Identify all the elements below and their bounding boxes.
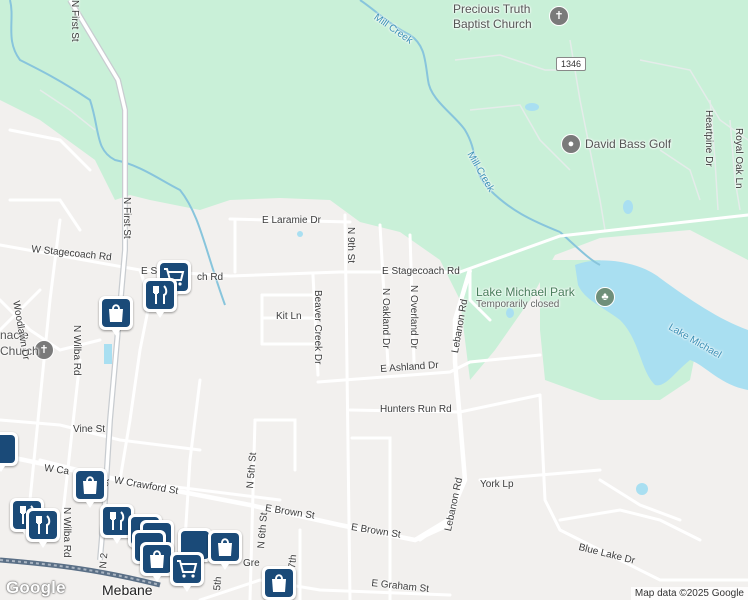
shopping-bag-pin-5[interactable] (262, 566, 296, 600)
fork-knife-icon (36, 515, 51, 534)
street-n-first-st-top: N First St (69, 0, 80, 42)
street-york-lp: York Lp (480, 479, 514, 490)
poi-park-status: Temporarily closed (476, 299, 560, 310)
street-beaver-creek-dr: Beaver Creek Dr (312, 290, 323, 365)
street-e-stagecoach-rd: E Stagecoach Rd (382, 266, 460, 277)
park-icon[interactable]: ♣ (595, 287, 615, 307)
poi-church-name-2[interactable]: Baptist Church (453, 17, 532, 31)
street-n-wilba-rd-2: N Wilba Rd (61, 507, 72, 558)
street-heartpine-dr: Heartpine Dr (703, 110, 714, 167)
shopping-bag-pin-2[interactable] (73, 468, 107, 508)
street-n-wilba-rd: N Wilba Rd (71, 325, 82, 376)
street-vine-st: Vine St (73, 424, 106, 435)
shopping-cart-icon (177, 560, 198, 578)
street-n-first-st: N First St (121, 197, 132, 239)
route-shield-1346: 1346 (556, 57, 586, 71)
street-5th-fragment: 5th (212, 576, 225, 591)
street-hunters-run-rd: Hunters Run Rd (380, 404, 452, 415)
street-royal-oak-ln: Royal Oak Ln (733, 128, 744, 189)
partial-pin-left[interactable] (0, 432, 18, 472)
restaurant-pin[interactable] (143, 278, 177, 318)
fork-knife-icon (110, 511, 125, 530)
street-n-9th-st: N 9th St (345, 227, 356, 264)
restaurant-pin-3[interactable] (26, 508, 60, 548)
shopping-bag-pin-4[interactable] (140, 542, 174, 582)
shopping-bag-icon (272, 574, 286, 592)
street-e-laramie-dr: E Laramie Dr (262, 215, 321, 226)
shopping-bag-icon (109, 304, 123, 322)
street-n-overland-dr: N Overland Dr (408, 285, 419, 349)
golf-icon[interactable]: ● (561, 134, 581, 154)
fork-knife-icon (153, 285, 168, 304)
shopping-bag-pin[interactable] (99, 296, 133, 336)
street-e-s-fragment: E S (141, 266, 158, 277)
shopping-cart-pin-2[interactable] (170, 552, 204, 592)
street-n-oakland-dr: N Oakland Dr (380, 288, 391, 349)
shopping-bag-icon (83, 476, 97, 494)
shopping-bag-icon (150, 550, 164, 568)
shopping-bag-pin-3[interactable] (208, 530, 242, 570)
map-canvas[interactable]: 1346 ✝ ● ♣ ✝ Precious Truth Baptist Chur… (0, 0, 748, 600)
city-label-mebane: Mebane (102, 582, 153, 598)
poi-park-label[interactable]: Lake Michael Park (476, 285, 575, 299)
poi-church-name-1[interactable]: Precious Truth (453, 2, 530, 16)
shopping-bag-icon (218, 538, 232, 556)
street-n-2: N 2 (98, 552, 111, 569)
poi-golf-label[interactable]: David Bass Golf (585, 137, 671, 151)
church-icon[interactable]: ✝ (549, 6, 569, 26)
google-logo[interactable]: Google (6, 578, 66, 598)
street-kit-ln: Kit Ln (276, 311, 302, 322)
map-attribution[interactable]: Map data ©2025 Google (630, 587, 748, 600)
street-gre-fragment: Gre (243, 558, 260, 569)
street-ch-rd-fragment: ch Rd (197, 272, 224, 283)
